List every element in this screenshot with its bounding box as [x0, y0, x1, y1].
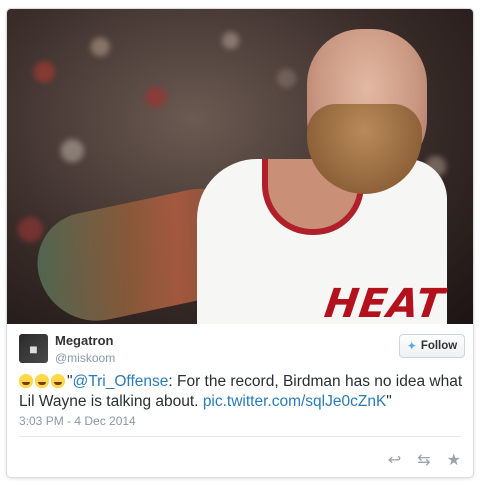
divider — [19, 436, 461, 437]
display-name[interactable]: Megatron — [55, 333, 114, 348]
quote-close: " — [386, 393, 392, 410]
laughing-emoji-icon — [19, 374, 33, 388]
follow-button[interactable]: ✦ Follow — [399, 334, 465, 358]
twitter-bird-icon: ✦ — [406, 339, 417, 353]
laughing-emoji-icon — [51, 374, 65, 388]
user-handle[interactable]: @miskoom — [55, 351, 115, 365]
tweet-photo[interactable]: HEAT — [7, 9, 473, 324]
retweet-icon[interactable]: ⇆ — [417, 450, 430, 470]
reply-icon[interactable]: ↩ — [388, 450, 401, 470]
avatar[interactable]: ■ — [19, 334, 48, 363]
jersey-text: HEAT — [321, 281, 448, 324]
tweet-card: HEAT ■ Megatron @miskoom ✦ Follow " @Tri_… — [6, 8, 474, 478]
mention-link[interactable]: @Tri_Offense — [73, 373, 169, 390]
follow-label: Follow — [420, 340, 458, 352]
media-link[interactable]: pic.twitter.com/sqlJe0cZnK — [203, 393, 386, 410]
tweet-actions: ↩ ⇆ ★ — [388, 450, 461, 470]
tweet-timestamp[interactable]: 3:03 PM - 4 Dec 2014 — [19, 414, 136, 428]
tweet-text: "@Tri_Offense: For the record, Birdman h… — [19, 372, 464, 412]
favorite-icon[interactable]: ★ — [447, 450, 461, 470]
laughing-emoji-icon — [35, 374, 49, 388]
